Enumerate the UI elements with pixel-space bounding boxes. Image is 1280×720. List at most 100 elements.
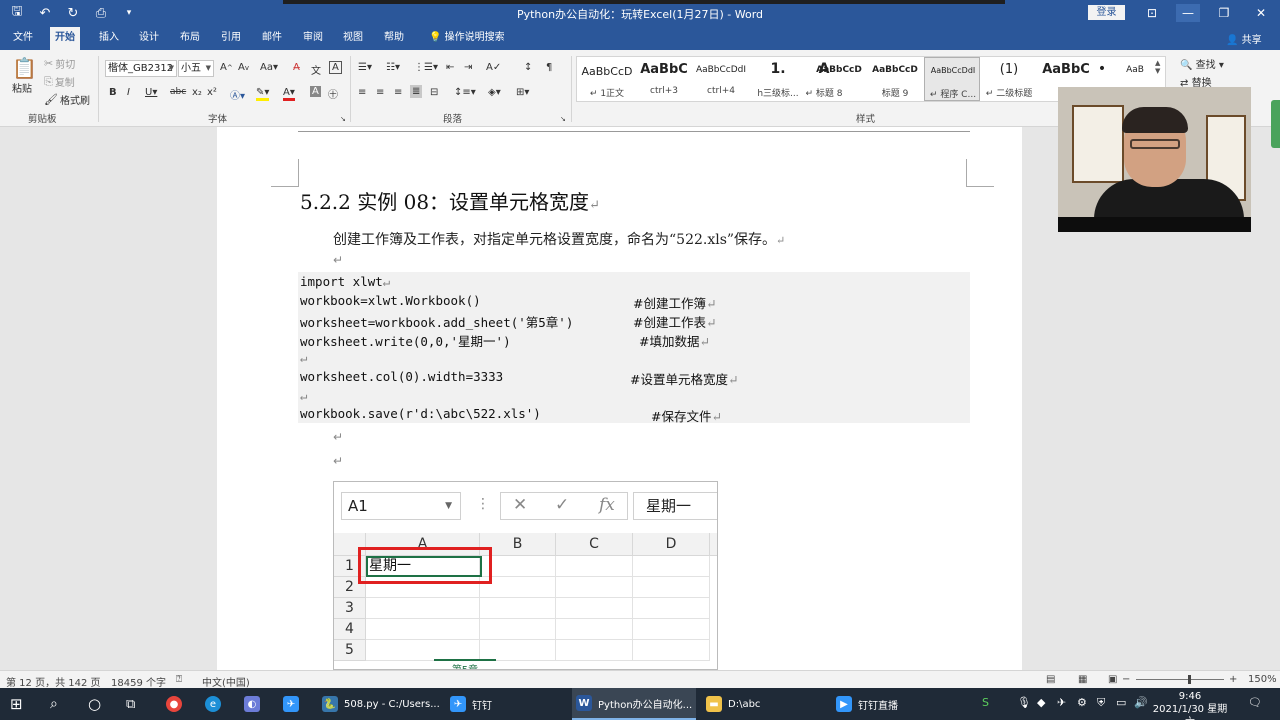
side-panel-handle[interactable]: [1271, 100, 1280, 148]
subscript-icon[interactable]: x₂: [192, 87, 202, 98]
tab-references[interactable]: 引用: [216, 27, 246, 50]
volume-icon[interactable]: 🔊: [1134, 696, 1148, 709]
style-item[interactable]: AaBbC ctrl+3: [636, 57, 692, 101]
intro-paragraph[interactable]: 创建工作簿及工作表，对指定单元格设置宽度，命名为“522.xls”保存。↵: [333, 229, 785, 249]
taskbar-item-python-editor[interactable]: 🐍 508.py - C:/Users...: [318, 688, 440, 720]
security-icon[interactable]: ⛨: [1097, 696, 1105, 710]
zoom-level[interactable]: 150%: [1248, 674, 1277, 685]
char-shading-icon[interactable]: A: [310, 86, 321, 97]
tray-app-icon[interactable]: ✈: [1057, 696, 1066, 709]
style-item[interactable]: AaBbCcD: [811, 57, 867, 101]
minimize-button[interactable]: —: [1176, 4, 1200, 22]
tray-app-icon[interactable]: S: [982, 696, 989, 709]
paragraph-dialog-launcher-icon[interactable]: ↘: [560, 115, 566, 123]
gallery-scroll-icon[interactable]: ▲ ▼: [1155, 59, 1160, 75]
tab-file[interactable]: 文件: [8, 27, 38, 50]
clear-formatting-icon[interactable]: A̶: [293, 62, 300, 73]
font-color-icon[interactable]: A▾: [283, 87, 295, 101]
shrink-font-icon[interactable]: Av: [238, 62, 249, 73]
proofing-icon[interactable]: ⍰: [176, 674, 182, 685]
tab-design[interactable]: 设计: [134, 27, 164, 50]
style-item[interactable]: (1) ↵ 二级标题: [981, 57, 1037, 101]
windows-start-icon[interactable]: ⊞: [10, 688, 23, 720]
grow-font-icon[interactable]: A ^: [220, 62, 233, 73]
show-marks-icon[interactable]: ¶: [546, 62, 552, 73]
style-item-selected[interactable]: AaBbCcDdI ↵ 程序 C...: [924, 57, 980, 101]
copy-button[interactable]: ⎘ 复制: [44, 74, 75, 90]
page[interactable]: 5.2.2 实例 08：设置单元格宽度↵ 创建工作簿及工作表，对指定单元格设置宽…: [217, 127, 1022, 670]
edge-icon[interactable]: e: [205, 688, 227, 720]
zoom-out-icon[interactable]: −: [1122, 674, 1130, 685]
enclose-char-icon[interactable]: ㊉: [328, 86, 338, 101]
distributed-icon[interactable]: ⊟: [430, 87, 438, 98]
align-center-icon[interactable]: ≡: [376, 87, 384, 98]
paste-button[interactable]: 📋 粘贴: [12, 56, 37, 95]
restore-button[interactable]: ❐: [1212, 4, 1236, 22]
network-icon[interactable]: ▭: [1116, 696, 1126, 709]
shading-icon[interactable]: ◈▾: [488, 87, 501, 98]
chinese-layout-icon[interactable]: A✓: [486, 62, 501, 73]
search-icon[interactable]: ⌕: [50, 688, 58, 720]
align-right-icon[interactable]: ≡: [394, 87, 402, 98]
format-painter-button[interactable]: 🖌 格式刷: [44, 92, 90, 107]
highlight-icon[interactable]: ✎▾: [256, 87, 270, 101]
read-mode-icon[interactable]: ▦: [1078, 674, 1087, 685]
taskbar-item-dingtalk[interactable]: ✈ 钉钉: [446, 688, 562, 720]
sort-icon[interactable]: ↕: [524, 62, 532, 73]
strikethrough-icon[interactable]: abc: [170, 87, 186, 97]
code-block[interactable]: import xlwt↵ workbook=xlwt.Workbook() #创…: [298, 272, 970, 424]
taskbar-item-dingtalk-live[interactable]: ▶ 钉钉直播: [832, 688, 956, 720]
tray-app-icon[interactable]: ⚙: [1077, 696, 1087, 709]
underline-icon[interactable]: U▾: [145, 87, 157, 98]
word-count[interactable]: 18459 个字: [111, 674, 166, 689]
tab-review[interactable]: 审阅: [298, 27, 328, 50]
bullets-icon[interactable]: ☰▾: [358, 62, 372, 73]
microphone-icon[interactable]: 🎙: [1017, 696, 1031, 709]
task-view-icon[interactable]: ⧉: [126, 688, 135, 720]
numbering-icon[interactable]: ☷▾: [386, 62, 400, 73]
style-item[interactable]: AaBbCcDdI ctrl+4: [693, 57, 749, 101]
taskbar-item-explorer[interactable]: ▬ D:\abc: [702, 688, 826, 720]
tray-app-icon[interactable]: ◆: [1037, 696, 1045, 709]
zoom-slider-thumb[interactable]: [1188, 675, 1191, 684]
share-button[interactable]: 👤 共享: [1226, 31, 1262, 46]
zoom-in-icon[interactable]: +: [1229, 674, 1237, 685]
tab-help[interactable]: 帮助: [379, 27, 409, 50]
zoom-slider[interactable]: [1136, 679, 1224, 680]
find-button[interactable]: 🔍 查找 ▾: [1180, 56, 1224, 71]
tab-layout[interactable]: 布局: [175, 27, 205, 50]
borders-icon[interactable]: ⊞▾: [516, 87, 529, 98]
font-name-select[interactable]: 楷体_GB2312 ▼: [105, 60, 177, 77]
cut-button[interactable]: ✂ 剪切: [44, 56, 75, 71]
multilevel-list-icon[interactable]: ⋮☰▾: [414, 62, 438, 73]
dingtalk-icon[interactable]: ✈: [283, 688, 305, 720]
app-icon[interactable]: ◐: [244, 688, 266, 720]
char-border-icon[interactable]: A: [329, 61, 342, 74]
chrome-icon[interactable]: ●: [166, 688, 188, 720]
decrease-indent-icon[interactable]: ⇤: [446, 62, 454, 73]
section-heading[interactable]: 5.2.2 实例 08：设置单元格宽度↵: [300, 186, 600, 215]
superscript-icon[interactable]: x²: [207, 87, 217, 98]
web-layout-icon[interactable]: ▣: [1108, 674, 1117, 685]
page-count[interactable]: 第 12 页，共 142 页: [6, 674, 101, 689]
login-button[interactable]: 登录: [1088, 5, 1125, 20]
notifications-icon[interactable]: 🗨: [1248, 696, 1262, 709]
tab-home[interactable]: 开始: [50, 27, 80, 50]
system-clock[interactable]: 9:46 2021/1/30 星期六: [1150, 690, 1230, 720]
tab-view[interactable]: 视图: [338, 27, 368, 50]
tell-me-search[interactable]: 💡 操作说明搜索: [424, 27, 510, 50]
style-item[interactable]: AaBbCcD ↵ 1正文: [579, 57, 635, 101]
style-item[interactable]: 1. h三级标...: [750, 57, 806, 101]
phonetic-guide-icon[interactable]: 文: [311, 62, 321, 77]
font-dialog-launcher-icon[interactable]: ↘: [340, 115, 346, 123]
close-button[interactable]: ✕: [1249, 4, 1273, 22]
increase-indent-icon[interactable]: ⇥: [464, 62, 472, 73]
cortana-icon[interactable]: ○: [88, 688, 101, 720]
language-indicator[interactable]: 中文(中国): [202, 674, 250, 689]
justify-icon[interactable]: ≣: [410, 85, 423, 98]
tab-insert[interactable]: 插入: [94, 27, 124, 50]
bold-icon[interactable]: B: [109, 87, 117, 98]
excel-screenshot-image[interactable]: A1 ▼ ⋮ ✕ ✓ fx 星期一 A B C D 1 2 3 4 5 星期一: [333, 481, 718, 670]
font-size-select[interactable]: 小五 ▼: [178, 60, 214, 77]
tab-mailings[interactable]: 邮件: [257, 27, 287, 50]
